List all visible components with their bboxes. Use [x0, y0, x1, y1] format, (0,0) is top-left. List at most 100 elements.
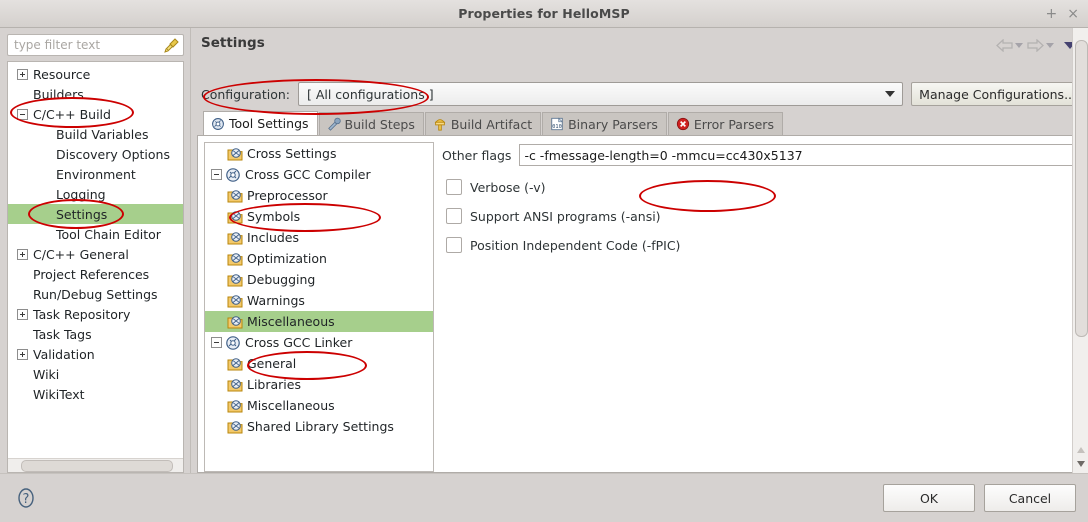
sidebar-item-label: Wiki — [33, 366, 60, 382]
page-content: Configuration: [ All configurations ] Ma… — [197, 77, 1088, 473]
expand-minus-icon[interactable] — [211, 337, 222, 348]
sidebar-item-c-c-build[interactable]: C/C++ Build — [8, 104, 183, 124]
scroll-down-arrow-icon[interactable] — [1077, 461, 1085, 467]
tool-tree-item-cross-settings[interactable]: Cross Settings — [205, 143, 433, 164]
checkbox[interactable] — [446, 179, 462, 195]
tab-error-parsers[interactable]: Error Parsers — [667, 112, 783, 135]
back-button[interactable] — [996, 39, 1023, 52]
configuration-bar: Configuration: [ All configurations ] Ma… — [197, 77, 1088, 111]
tool-tree-item-debugging[interactable]: Debugging — [205, 269, 433, 290]
configuration-value: [ All configurations ] — [306, 86, 434, 102]
ok-button[interactable]: OK — [883, 484, 975, 512]
tool-tree-item-libraries[interactable]: Libraries — [205, 374, 433, 395]
folder-tool-icon — [227, 230, 243, 246]
chevron-down-icon[interactable] — [1046, 43, 1054, 48]
tool-tree-item-miscellaneous[interactable]: Miscellaneous — [205, 311, 433, 332]
sidebar-item-build-variables[interactable]: Build Variables — [8, 124, 183, 144]
tool-tree-item-label: General — [247, 356, 297, 371]
sidebar-item-logging[interactable]: Logging — [8, 184, 183, 204]
tab-build-steps[interactable]: Build Steps — [318, 112, 424, 135]
tool-tree-item-preprocessor[interactable]: Preprocessor — [205, 185, 433, 206]
tool-tree-item-symbols[interactable]: Symbols — [205, 206, 433, 227]
sidebar-item-label: Tool Chain Editor — [56, 226, 161, 242]
folder-tool-icon — [227, 314, 243, 330]
sidebar-item-label: Task Tags — [33, 326, 92, 342]
tool-tree-item-label: Optimization — [247, 251, 327, 266]
tab-binary-parsers[interactable]: 010 Binary Parsers — [542, 112, 667, 135]
help-question-icon[interactable]: ? — [14, 486, 38, 510]
expand-plus-icon[interactable] — [17, 248, 28, 260]
expand-plus-icon[interactable] — [17, 348, 28, 360]
sidebar-item-project-references[interactable]: Project References — [8, 264, 183, 284]
tool-tree-item-label: Libraries — [247, 377, 301, 392]
option-pane: Other flags -c -fmessage-length=0 -mmcu=… — [434, 136, 1087, 472]
tool-tree-item-includes[interactable]: Includes — [205, 227, 433, 248]
sidebar-item-run-debug-settings[interactable]: Run/Debug Settings — [8, 284, 183, 304]
sidebar-item-wikitext[interactable]: WikiText — [8, 384, 183, 404]
vertical-scrollbar[interactable] — [1072, 28, 1088, 473]
tool-tree-item-label: Miscellaneous — [247, 314, 335, 329]
option-checkbox-row[interactable]: Support ANSI programs (-ansi) — [442, 208, 1077, 224]
settings-tree[interactable]: Resource Builders C/C++ Build Build Variabl… — [7, 61, 184, 473]
sidebar-item-task-tags[interactable]: Task Tags — [8, 324, 183, 344]
horizontal-scrollbar[interactable] — [8, 458, 183, 472]
forward-button[interactable] — [1027, 39, 1054, 52]
expand-plus-icon[interactable] — [17, 68, 28, 80]
sidebar-item-label: Environment — [56, 166, 136, 182]
tool-tree-item-shared-library-settings[interactable]: Shared Library Settings — [205, 416, 433, 437]
sidebar-item-c-c-general[interactable]: C/C++ General — [8, 244, 183, 264]
chevron-down-icon[interactable] — [1015, 43, 1023, 48]
configuration-select[interactable]: [ All configurations ] — [297, 82, 904, 106]
tool-tree-item-optimization[interactable]: Optimization — [205, 248, 433, 269]
broom-icon[interactable] — [164, 37, 180, 53]
checkbox[interactable] — [446, 237, 462, 253]
search-input[interactable]: type filter text — [7, 34, 184, 56]
tool-tree-item-general[interactable]: General — [205, 353, 433, 374]
tool-tree-item-warnings[interactable]: Warnings — [205, 290, 433, 311]
sidebar-item-label: Build Variables — [56, 126, 149, 142]
sidebar-item-tool-chain-editor[interactable]: Tool Chain Editor — [8, 224, 183, 244]
properties-dialog: Properties for HelloMSP + × type filter … — [0, 0, 1088, 522]
scrollbar-thumb[interactable] — [21, 460, 173, 472]
sidebar-item-resource[interactable]: Resource — [8, 64, 183, 84]
folder-tool-icon — [227, 398, 243, 414]
tool-tree-item-label: Warnings — [247, 293, 305, 308]
tool-tree-item-cross-gcc-compiler[interactable]: Cross GCC Compiler — [205, 164, 433, 185]
tool-tree-item-miscellaneous[interactable]: Miscellaneous — [205, 395, 433, 416]
folder-tool-icon — [227, 251, 243, 267]
cancel-button[interactable]: Cancel — [984, 484, 1076, 512]
expand-minus-icon[interactable] — [211, 169, 222, 180]
tool-tree-item-label: Cross GCC Linker — [245, 335, 353, 350]
folder-tool-icon — [227, 293, 243, 309]
manage-configurations-button[interactable]: Manage Configurations... — [911, 82, 1084, 106]
sidebar-item-wiki[interactable]: Wiki — [8, 364, 183, 384]
option-checkbox-list: Verbose (-v) Support ANSI programs (-ansi… — [442, 179, 1077, 253]
tool-tree[interactable]: Cross Settings Cross GCC Compiler Preproce… — [204, 142, 434, 472]
sidebar-item-validation[interactable]: Validation — [8, 344, 183, 364]
tab-tool-settings[interactable]: Tool Settings — [203, 111, 318, 135]
other-flags-input[interactable]: -c -fmessage-length=0 -mmcu=cc430x5137 — [519, 144, 1077, 166]
tool-tree-item-label: Cross GCC Compiler — [245, 167, 371, 182]
sidebar-item-label: C/C++ Build — [33, 106, 111, 122]
tab-build-artifact[interactable]: Build Artifact — [424, 112, 542, 135]
tab-label: Error Parsers — [693, 116, 774, 132]
sidebar-item-task-repository[interactable]: Task Repository — [8, 304, 183, 324]
chevron-down-icon[interactable] — [885, 91, 896, 97]
sidebar-item-discovery-options[interactable]: Discovery Options — [8, 144, 183, 164]
expand-plus-icon[interactable] — [17, 308, 28, 320]
option-checkbox-row[interactable]: Verbose (-v) — [442, 179, 1077, 195]
wrench-tool-icon — [225, 335, 241, 351]
settings-sidebar: type filter text Resource Builders C/C++ B… — [0, 28, 190, 473]
expand-minus-icon[interactable] — [17, 108, 28, 120]
sidebar-item-settings[interactable]: Settings — [8, 204, 183, 224]
binary-parsers-icon: 010 — [550, 117, 564, 131]
checkbox[interactable] — [446, 208, 462, 224]
tool-tree-item-cross-gcc-linker[interactable]: Cross GCC Linker — [205, 332, 433, 353]
sidebar-item-environment[interactable]: Environment — [8, 164, 183, 184]
scroll-up-arrow-icon[interactable] — [1077, 447, 1085, 453]
option-checkbox-row[interactable]: Position Independent Code (-fPIC) — [442, 237, 1077, 253]
sidebar-item-builders[interactable]: Builders — [8, 84, 183, 104]
scrollbar-thumb[interactable] — [1075, 40, 1088, 337]
